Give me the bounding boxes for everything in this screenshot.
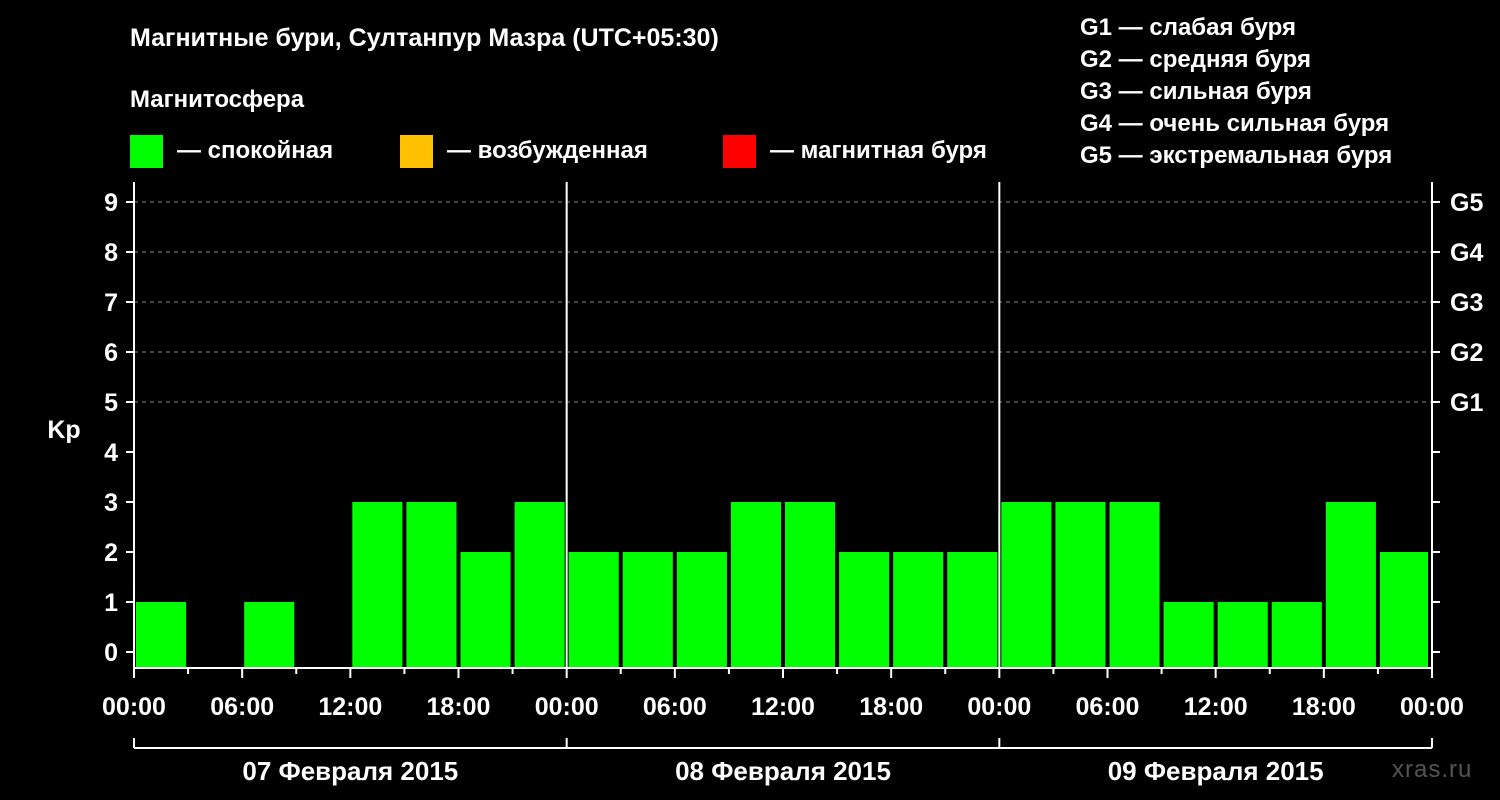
x-tick-label-0: 00:00 [102, 693, 166, 721]
kp-bar-16 [1001, 502, 1052, 667]
x-tick-label-3: 18:00 [427, 693, 491, 721]
y-tick-label-0: 0 [104, 639, 118, 667]
x-tick-label-8: 00:00 [967, 693, 1031, 721]
kp-bar-19 [1163, 602, 1214, 667]
kp-bar-21 [1271, 602, 1322, 667]
g-axis-label-G1: G1 [1450, 389, 1483, 417]
kp-bar-8 [568, 552, 619, 667]
y-axis-label: Kp [47, 416, 80, 444]
x-tick-label-4: 00:00 [535, 693, 599, 721]
day-label-2: 09 Февраля 2015 [1108, 756, 1324, 786]
x-tick-label-6: 12:00 [751, 693, 815, 721]
kp-bar-7 [514, 502, 565, 667]
y-tick-label-8: 8 [104, 239, 118, 267]
x-tick-label-9: 06:00 [1076, 693, 1140, 721]
day-label-0: 07 Февраля 2015 [242, 756, 458, 786]
y-tick-label-2: 2 [104, 539, 118, 567]
y-tick-label-4: 4 [104, 439, 118, 467]
kp-bar-17 [1055, 502, 1106, 667]
g-axis-label-G3: G3 [1450, 289, 1483, 317]
day-label-1: 08 Февраля 2015 [675, 756, 891, 786]
kp-bar-9 [622, 552, 673, 667]
y-tick-label-7: 7 [104, 289, 118, 317]
kp-bar-13 [839, 552, 890, 667]
y-tick-label-6: 6 [104, 339, 118, 367]
x-tick-label-5: 06:00 [643, 693, 707, 721]
x-tick-label-1: 06:00 [210, 693, 274, 721]
y-tick-label-3: 3 [104, 489, 118, 517]
kp-bar-2 [244, 602, 295, 667]
kp-bar-4 [352, 502, 403, 667]
watermark: xras.ru [1392, 756, 1473, 783]
x-tick-label-12: 00:00 [1400, 693, 1464, 721]
kp-bar-14 [893, 552, 944, 667]
kp-bar-22 [1325, 502, 1376, 667]
x-tick-label-11: 18:00 [1292, 693, 1356, 721]
kp-bar-12 [785, 502, 836, 667]
kp-bar-6 [460, 552, 511, 667]
kp-bar-chart: 0 1 2 3 4 5 6 7 8 9 G1 G2 G3 G4 G5 Kp 00:00 06:00 12:00 18:… [47, 182, 1483, 786]
x-tick-label-7: 18:00 [859, 693, 923, 721]
kp-bar-5 [406, 502, 457, 667]
g-axis-label-G2: G2 [1450, 339, 1483, 367]
kp-bar-18 [1109, 502, 1160, 667]
kp-bar-20 [1217, 602, 1268, 667]
g-axis-label-G4: G4 [1450, 239, 1483, 267]
y-tick-label-5: 5 [104, 389, 118, 417]
x-tick-label-10: 12:00 [1184, 693, 1248, 721]
g-axis-label-G5: G5 [1450, 189, 1483, 217]
y-tick-label-9: 9 [104, 189, 118, 217]
kp-bar-0 [136, 602, 187, 667]
kp-bar-10 [676, 552, 727, 667]
kp-bar-15 [947, 552, 998, 667]
x-tick-label-2: 12:00 [318, 693, 382, 721]
kp-bar-11 [730, 502, 781, 667]
kp-bar-23 [1379, 552, 1428, 667]
y-tick-label-1: 1 [104, 589, 118, 617]
